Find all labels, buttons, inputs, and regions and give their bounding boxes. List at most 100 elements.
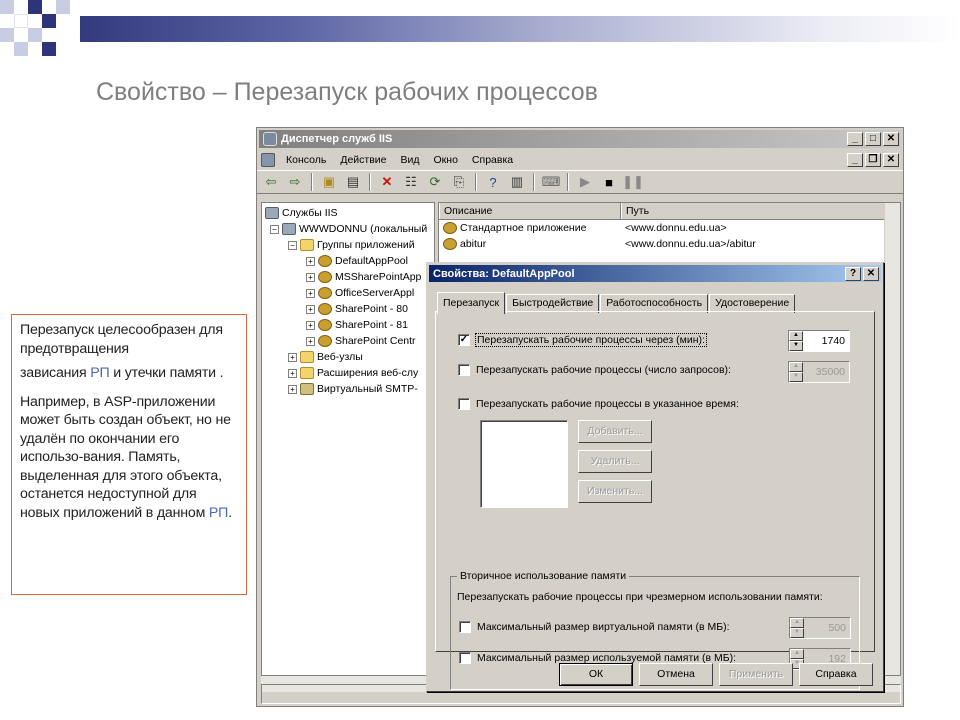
expand-icon[interactable]: + [288, 384, 297, 394]
tree-node-pool[interactable]: + SharePoint - 81 [306, 317, 408, 333]
refresh-icon[interactable]: ⟳ [425, 172, 445, 192]
maximize-button[interactable]: □ [865, 132, 881, 146]
tree-node-app-pools[interactable]: − Группы приложений [288, 237, 415, 253]
expand-icon[interactable]: + [306, 336, 315, 346]
app-pool-icon [318, 255, 332, 267]
note-paragraph: зависания РП и утечки памяти . [20, 364, 238, 383]
recycle-minutes-value[interactable]: 1740 [803, 331, 849, 351]
stepper-up-icon[interactable]: ▲ [790, 618, 804, 628]
tree-node-pool[interactable]: + MSSharePointApp [306, 269, 421, 285]
expand-icon[interactable]: + [306, 256, 315, 266]
edit-time-button[interactable]: Изменить... [578, 480, 652, 503]
close-button[interactable]: ✕ [883, 132, 899, 146]
help-icon[interactable]: ? [483, 172, 503, 192]
recycle-requests-value[interactable]: 35000 [803, 362, 849, 382]
tree-node-smtp[interactable]: + Виртуальный SMTP- [288, 381, 418, 397]
recycle-times-list[interactable] [480, 420, 568, 508]
dialog-titlebar[interactable]: Свойства: DefaultAppPool ? ✕ [429, 265, 881, 282]
tree-node-iis[interactable]: Службы IIS [265, 205, 338, 221]
dialog-help-button[interactable]: ? [845, 266, 861, 281]
stop-icon[interactable]: ■ [599, 172, 619, 192]
add-time-button[interactable]: Добавить... [578, 420, 652, 443]
ok-button[interactable]: ОК [559, 663, 633, 686]
vertical-scrollbar[interactable] [884, 203, 900, 675]
back-arrow-icon[interactable]: ⇦ [261, 172, 281, 192]
collapse-icon[interactable]: − [270, 224, 279, 234]
virtual-memory-stepper[interactable]: ▲ ▼ 500 [789, 617, 851, 639]
tree-node-pool[interactable]: + OfficeServerAppl [306, 285, 414, 301]
apply-button[interactable]: Применить [719, 663, 793, 686]
recycle-minutes-checkbox[interactable]: ✓ [458, 334, 470, 346]
virtual-memory-checkbox[interactable] [459, 621, 471, 633]
virtual-memory-value[interactable]: 500 [804, 618, 850, 638]
list-item[interactable]: abitur <www.donnu.edu.ua>/abitur [439, 236, 900, 252]
recycle-time-checkbox[interactable] [458, 398, 470, 410]
tree-node-pool[interactable]: + SharePoint - 80 [306, 301, 408, 317]
properties-icon[interactable]: ☷ [401, 172, 421, 192]
menu-console[interactable]: Консоль [279, 154, 333, 166]
stepper-down-icon[interactable]: ▼ [789, 372, 803, 382]
export-icon[interactable]: ⎘ [449, 172, 469, 192]
minimize-button[interactable]: _ [847, 132, 863, 146]
console-icon[interactable] [261, 153, 275, 167]
iis-titlebar[interactable]: Диспетчер служб IIS _ □ ✕ [259, 130, 901, 148]
delete-icon[interactable]: ✕ [377, 172, 397, 192]
menu-window[interactable]: Окно [427, 154, 465, 166]
stepper-down-icon[interactable]: ▼ [789, 341, 803, 351]
show-tree-icon[interactable]: ▤ [343, 172, 363, 192]
forward-arrow-icon[interactable]: ⇨ [285, 172, 305, 192]
recycle-minutes-stepper[interactable]: ▲ ▼ 1740 [788, 330, 850, 352]
tab-recycling[interactable]: Перезапуск [437, 292, 506, 314]
expand-icon[interactable]: + [288, 368, 297, 378]
console-tree-icon[interactable]: ▥ [507, 172, 527, 192]
stepper-up-icon[interactable]: ▲ [790, 649, 804, 659]
computer-icon[interactable]: ⌨ [541, 172, 561, 192]
recycle-requests-checkbox[interactable] [458, 364, 470, 376]
mdi-restore-button[interactable]: ❐ [865, 153, 881, 167]
collapse-icon[interactable]: − [288, 240, 297, 250]
menu-help[interactable]: Справка [465, 154, 520, 166]
smtp-icon [300, 383, 314, 395]
toolbar: ⇦ ⇨ ▣ ▤ ✕ ☷ ⟳ ⎘ ? ▥ ⌨ ▶ ■ ❚❚ [257, 170, 903, 194]
tree-node-server[interactable]: − WWWDONNU (локальный [270, 221, 427, 237]
column-header-path[interactable]: Путь [621, 203, 886, 219]
deco-square [0, 28, 14, 42]
tree-node-extensions[interactable]: + Расширения веб-слу [288, 365, 418, 381]
recycle-requests-row[interactable]: Перезапускать рабочие процессы (число за… [458, 364, 731, 376]
help-button[interactable]: Справка [799, 663, 873, 686]
dialog-close-button[interactable]: ✕ [863, 266, 879, 281]
recycle-minutes-row[interactable]: ✓ Перезапускать рабочие процессы через (… [458, 333, 707, 347]
recycle-time-row[interactable]: Перезапускать рабочие процессы в указанн… [458, 398, 739, 410]
slide-title: Свойство – Перезапуск рабочих процессов [96, 78, 598, 106]
stepper-up-icon[interactable]: ▲ [789, 331, 803, 341]
expand-icon[interactable]: + [306, 288, 315, 298]
application-icon [443, 222, 457, 234]
start-icon[interactable]: ▶ [575, 172, 595, 192]
expand-icon[interactable]: + [306, 320, 315, 330]
virtual-memory-label: Максимальный размер виртуальной памяти (… [477, 621, 730, 633]
list-item[interactable]: Стандартное приложение <www.donnu.edu.ua… [439, 220, 900, 236]
cancel-button[interactable]: Отмена [639, 663, 713, 686]
tree-node-pool[interactable]: + DefaultAppPool [306, 253, 408, 269]
tree-node-web-sites[interactable]: + Веб-узлы [288, 349, 363, 365]
app-pool-icon [318, 287, 332, 299]
stepper-up-icon[interactable]: ▲ [789, 362, 803, 372]
remove-time-button[interactable]: Удалить... [578, 450, 652, 473]
virtual-memory-row[interactable]: Максимальный размер виртуальной памяти (… [459, 621, 730, 633]
menu-view[interactable]: Вид [394, 154, 427, 166]
mdi-close-button[interactable]: ✕ [883, 153, 899, 167]
tree-label: Расширения веб-слу [317, 367, 419, 379]
mdi-minimize-button[interactable]: _ [847, 153, 863, 167]
column-header-description[interactable]: Описание [439, 203, 621, 219]
pause-icon[interactable]: ❚❚ [622, 172, 644, 192]
menu-action[interactable]: Действие [333, 154, 393, 166]
up-folder-icon[interactable]: ▣ [319, 172, 339, 192]
tree-node-pool[interactable]: + SharePoint Centr [306, 333, 416, 349]
used-memory-checkbox[interactable] [459, 652, 471, 664]
expand-icon[interactable]: + [306, 304, 315, 314]
dialog-title: Свойства: DefaultAppPool [433, 267, 575, 280]
stepper-down-icon[interactable]: ▼ [790, 628, 804, 638]
expand-icon[interactable]: + [306, 272, 315, 282]
expand-icon[interactable]: + [288, 352, 297, 362]
recycle-requests-stepper[interactable]: ▲ ▼ 35000 [788, 361, 850, 383]
